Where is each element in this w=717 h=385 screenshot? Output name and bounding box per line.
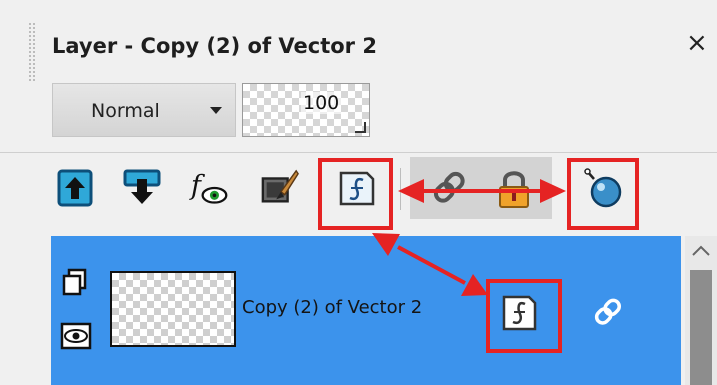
annotation-arrows	[372, 179, 566, 296]
